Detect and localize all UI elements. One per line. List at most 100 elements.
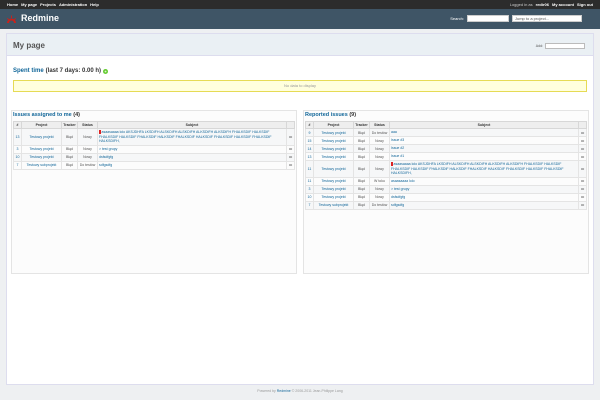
col-project[interactable]: Project <box>313 121 354 129</box>
table-row[interactable]: 10 Testowy projekt Błąd Nowy dsfsdfgfg ••• <box>13 152 295 162</box>
issue-tracker: Błąd <box>353 144 370 153</box>
table-row[interactable]: 15 Testowy projekt Błąd Nowy Issue #3 ••• <box>305 136 587 145</box>
issue-subject-link[interactable]: asaasaaaa lolo <box>391 179 415 183</box>
col-subject[interactable]: Subject <box>389 121 579 129</box>
top-menu-my-page[interactable]: My page <box>21 2 37 7</box>
context-menu-icon[interactable]: ••• <box>289 135 292 139</box>
issue-subject-link[interactable]: Issue #1 <box>391 154 404 158</box>
context-menu-icon[interactable]: ••• <box>581 195 584 199</box>
context-menu-icon[interactable]: ••• <box>581 147 584 151</box>
issue-subject-link[interactable]: Issue #2 <box>391 146 404 150</box>
context-menu-icon[interactable]: ••• <box>581 131 584 135</box>
top-menu-help[interactable]: Help <box>90 2 99 7</box>
issue-subject-cell: sdfgsdfg <box>97 160 287 170</box>
table-row[interactable]: 9 Testowy projekt Błąd Do testów aaa ••• <box>305 128 587 137</box>
context-menu-icon[interactable]: ••• <box>289 147 292 151</box>
sign-out-link[interactable]: Sign out <box>577 2 593 7</box>
top-menu-administration[interactable]: Administration <box>59 2 87 7</box>
context-menu-icon[interactable]: ••• <box>581 187 584 191</box>
issue-subject-link[interactable]: > test grupy <box>99 147 117 151</box>
issue-project-link[interactable]: Testowy projekt <box>313 144 354 153</box>
issue-id-link[interactable]: 11 <box>305 160 314 178</box>
issue-id-link[interactable]: 10 <box>305 192 314 202</box>
col-tracker[interactable]: Tracker <box>353 121 370 129</box>
issue-project-link[interactable]: Testowy projekt <box>313 184 354 194</box>
issue-id-link[interactable]: 13 <box>305 152 314 161</box>
footer-prefix: Powered by <box>257 389 276 393</box>
col-subject[interactable]: Subject <box>97 121 287 129</box>
issue-id-link[interactable]: 13 <box>13 128 22 146</box>
issue-id-link[interactable]: 9 <box>305 128 314 137</box>
top-menu-home[interactable]: Home <box>7 2 18 7</box>
issue-project-link[interactable]: Testowy projekt <box>21 128 62 146</box>
reported-title-link[interactable]: Reported issues <box>305 112 348 118</box>
issue-subject-link[interactable]: dsfsdfgfg <box>99 155 113 159</box>
issue-id-link[interactable]: 7 <box>305 200 314 210</box>
table-row[interactable]: 14 Testowy projekt Błąd Nowy Issue #2 ••• <box>305 144 587 153</box>
context-menu-icon[interactable]: ••• <box>581 167 584 171</box>
priority-flag-icon <box>391 162 393 167</box>
col-status[interactable]: Status <box>369 121 390 129</box>
issue-id-link[interactable]: 10 <box>13 152 22 162</box>
issue-subject-cell: asaasaaaa lolo AKSJDHFA LKSDIFH ALSKDIFH… <box>389 160 579 178</box>
issue-project-link[interactable]: Testowy subprojekt <box>313 200 354 210</box>
context-menu-icon[interactable]: ••• <box>289 163 292 167</box>
col-status[interactable]: Status <box>77 121 98 129</box>
issue-project-link[interactable]: Testowy projekt <box>313 136 354 145</box>
context-menu-icon[interactable]: ••• <box>581 203 584 207</box>
table-row[interactable]: 10 Testowy projekt Błąd Nowy dsfsdfgfg ••• <box>305 192 587 202</box>
col-id[interactable]: # <box>13 121 22 129</box>
issue-status: Nowy <box>369 152 390 161</box>
assigned-title-link[interactable]: Issues assigned to me <box>13 112 72 118</box>
table-row[interactable]: 11 Testowy projekt Błąd W toku asaasaaaa lol… <box>305 176 587 186</box>
issue-subject-link[interactable]: asaasaaaa lolo AKSJDHFA LKSDIFH ALSKDIFH… <box>391 162 564 175</box>
issue-id-link[interactable]: 11 <box>305 176 314 186</box>
issue-project-link[interactable]: Testowy subprojekt <box>21 160 62 170</box>
issue-id-link[interactable]: 3 <box>13 144 22 154</box>
issue-subject-link[interactable]: > test grupy <box>391 187 409 191</box>
issue-subject-cell: aaa <box>389 128 579 137</box>
issue-subject-link[interactable]: sdfgsdfg <box>391 203 404 207</box>
add-time-icon[interactable]: + <box>103 68 109 74</box>
table-row[interactable]: 13 Testowy projekt Błąd Nowy Issue #1 ••• <box>305 152 587 161</box>
footer-brand-link[interactable]: Redmine <box>277 389 291 393</box>
jump-to-project-select[interactable]: Jump to a project... <box>512 15 582 22</box>
user-link[interactable]: redir06 <box>536 2 549 7</box>
table-row[interactable]: 13 Testowy projekt Błąd Nowy asaasaaaa lolo … <box>13 128 295 146</box>
my-account-link[interactable]: My account <box>552 2 574 7</box>
issue-project-link[interactable]: Testowy projekt <box>21 152 62 162</box>
context-menu-icon[interactable]: ••• <box>581 139 584 143</box>
col-tracker[interactable]: Tracker <box>61 121 78 129</box>
col-id[interactable]: # <box>305 121 314 129</box>
top-menu-projects[interactable]: Projects <box>40 2 56 7</box>
issue-subject-link[interactable]: aaa <box>391 130 397 134</box>
issue-subject-link[interactable]: dsfsdfgfg <box>391 195 405 199</box>
table-row[interactable]: 3 Testowy projekt Błąd Nowy > test grupy ••• <box>305 184 587 194</box>
issue-project-link[interactable]: Testowy projekt <box>21 144 62 154</box>
issue-project-link[interactable]: Testowy projekt <box>313 152 354 161</box>
table-row[interactable]: 7 Testowy subprojekt Błąd Do testów sdfgsdfg… <box>13 160 295 170</box>
col-project[interactable]: Project <box>21 121 62 129</box>
issue-id-link[interactable]: 15 <box>305 136 314 145</box>
issue-id-link[interactable]: 14 <box>305 144 314 153</box>
issue-project-link[interactable]: Testowy projekt <box>313 176 354 186</box>
issue-id-link[interactable]: 7 <box>13 160 22 170</box>
issue-subject-link[interactable]: asaasaaaa lolo AKSJDHFA LKSDIFH ALSKDIFH… <box>99 130 272 143</box>
app-title[interactable]: Redmine <box>21 13 59 23</box>
search-input[interactable] <box>467 15 509 22</box>
issue-subject-link[interactable]: Issue #3 <box>391 138 404 142</box>
table-row[interactable]: 11 Testowy projekt Błąd Nowy asaasaaaa lolo … <box>305 160 587 178</box>
context-menu-icon[interactable]: ••• <box>289 155 292 159</box>
context-menu-icon[interactable]: ••• <box>581 155 584 159</box>
issue-project-link[interactable]: Testowy projekt <box>313 160 354 178</box>
row-actions-cell: ••• <box>578 128 587 137</box>
issue-id-link[interactable]: 3 <box>305 184 314 194</box>
spent-time-link[interactable]: Spent time <box>13 68 44 74</box>
table-row[interactable]: 7 Testowy subprojekt Błąd Do testów sdfgsdfg… <box>305 200 587 210</box>
issue-project-link[interactable]: Testowy projekt <box>313 192 354 202</box>
issue-subject-link[interactable]: sdfgsdfg <box>99 163 112 167</box>
issue-project-link[interactable]: Testowy projekt <box>313 128 354 137</box>
add-block-select[interactable] <box>545 43 585 49</box>
table-row[interactable]: 3 Testowy projekt Błąd Nowy > test grupy ••• <box>13 144 295 154</box>
context-menu-icon[interactable]: ••• <box>581 179 584 183</box>
